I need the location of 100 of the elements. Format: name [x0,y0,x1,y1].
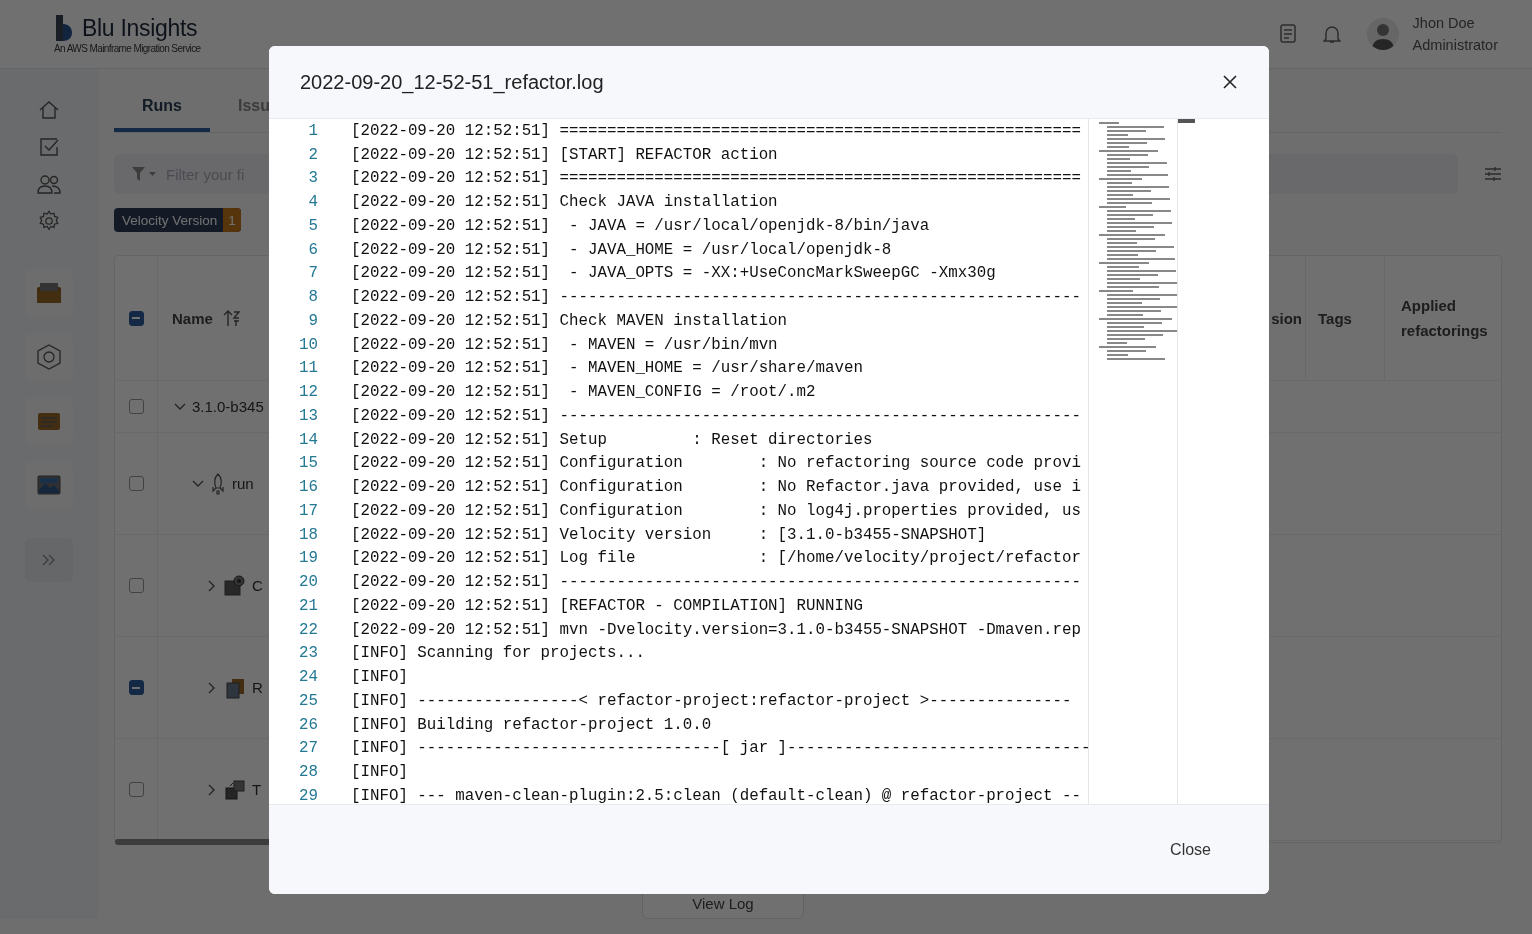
chevron-right-icon[interactable] [208,783,216,796]
transfer-icon [224,778,246,801]
column-header[interactable]: Tags [1318,309,1352,327]
chevron-down-icon[interactable] [192,479,204,488]
code-line: [2022-09-20 12:52:51] mvn -Dvelocity.version=3.1.0-b3455-SNAPSHOT -Dmaven.rep [351,620,1081,639]
line-number: 1 [307,121,318,140]
scrollbar-thumb[interactable] [1178,119,1195,123]
chevron-down-icon[interactable] [174,402,186,411]
line-number: 5 [307,216,318,235]
code-line: [2022-09-20 12:52:51] - JAVA = /usr/local/openjdk-8/bin/java [351,216,930,235]
code-line: [2022-09-20 12:52:51] Check MAVEN installation [351,311,788,330]
line-number: 2 [307,145,318,164]
line-number: 29 [298,786,318,805]
code-line: [2022-09-20 12:52:51] - MAVEN_HOME = /usr/share/maven [351,359,863,378]
line-number: 26 [298,715,318,734]
dialog-title: 2022-09-20_12-52-51_refactor.log [300,70,605,94]
column-header[interactable]: Name [172,309,213,327]
gear-document-icon [224,574,246,597]
code-line: [2022-09-20 12:52:51] ------------------------------------------------------- [351,573,1081,592]
code-line: [INFO] --- maven-clean-plugin:2.5:clean (default-clean) @ refactor-project -- [351,786,1081,805]
code-line: [2022-09-20 12:52:51] - JAVA_OPTS = -XX:+UseConcMarkSweepGC -Xmx30g [351,264,996,283]
code-line: [INFO] [351,668,408,687]
sliders-icon[interactable] [1484,166,1502,182]
line-number: 22 [298,620,318,639]
line-number: 23 [298,644,318,663]
checkbox[interactable] [128,578,144,593]
row-name: R [252,679,263,696]
double-chevron-icon[interactable] [42,554,56,566]
checkbox[interactable] [128,399,144,414]
row-name: C [252,577,263,594]
close-button[interactable]: Close [1166,834,1215,865]
line-number: 15 [298,454,318,473]
code-line: [2022-09-20 12:52:51] - JAVA_HOME = /usr/local/openjdk-8 [351,240,892,259]
row-name: run [232,475,254,492]
line-number: 19 [298,549,318,568]
code-line: [2022-09-20 12:52:51] - MAVEN = /usr/bin/mvn [351,335,778,354]
row-name: 3.1.0-b345 [192,398,264,415]
line-number: 14 [298,430,318,449]
user-name[interactable]: Jhon Doe [1412,12,1498,34]
code-line: [INFO] -----------------< refactor-project:refactor-project >--------------- [351,691,1072,710]
code-line: [2022-09-20 12:52:51] Velocity version : [3.1.0-b3455-SNAPSHOT] [351,525,987,544]
logo-icon [54,14,74,42]
code-line: [2022-09-20 12:52:51] Configuration : No Refactor.java provided, use i [351,478,1081,497]
line-number: 9 [307,311,318,330]
code-line: [2022-09-20 12:52:51] [REFACTOR - COMPILATION] RUNNING [351,596,863,615]
chevron-right-icon[interactable] [208,579,216,592]
code-line: [INFO] [351,763,408,782]
sort-icon[interactable] [222,309,241,327]
home-icon[interactable] [38,99,60,121]
files-icon [224,676,246,699]
line-number: 7 [307,264,318,283]
line-number: 10 [298,335,318,354]
line-number: 20 [298,573,318,592]
image-icon[interactable] [36,473,62,497]
checkbox[interactable] [128,782,144,797]
bell-icon[interactable] [1322,24,1341,44]
users-icon[interactable] [37,173,61,195]
line-number: 24 [298,668,318,687]
code-line: [2022-09-20 12:52:51] Configuration : No refactoring source code provi [351,454,1081,473]
checklist-icon[interactable] [38,136,60,158]
line-number: 4 [307,193,318,212]
line-number: 13 [298,406,318,425]
folder-icon[interactable] [36,281,62,305]
code-line: [2022-09-20 12:52:51] [START] REFACTOR action [351,145,778,164]
tab[interactable]: Runs [114,87,210,132]
chip-label: Velocity Version [121,212,219,228]
code-line: [2022-09-20 12:52:51] ======================================================= [351,121,1081,140]
settings-icon[interactable] [38,210,60,232]
line-number: 17 [298,501,318,520]
code-line: [2022-09-20 12:52:51] - MAVEN_CONFIG = /root/.m2 [351,383,816,402]
line-number: 8 [307,288,318,307]
row-name: T [252,781,262,798]
document-icon[interactable] [1278,24,1297,44]
filter-chip[interactable]: Velocity Version 1 [114,208,241,232]
line-number: 6 [307,240,318,259]
rocket-icon [210,472,226,495]
checkbox[interactable] [128,680,144,695]
code-line: [2022-09-20 12:52:51] ------------------------------------------------------- [351,288,1081,307]
checkbox[interactable] [128,476,144,491]
chevron-right-icon[interactable] [208,681,216,694]
line-number: 3 [307,169,318,188]
line-number: 16 [298,478,318,497]
code-line: [INFO] --------------------------------[ jar ]-------------------------------- [351,739,1091,758]
code-line: [INFO] Building refactor-project 1.0.0 [351,715,712,734]
code-line: [2022-09-20 12:52:51] ======================================================= [351,169,1081,188]
code-line: [2022-09-20 12:52:51] Configuration : No log4j.properties provided, us [351,501,1081,520]
code-line: [2022-09-20 12:52:51] ------------------------------------------------------- [351,406,1081,425]
code-line: [2022-09-20 12:52:51] Log file : [/home/velocity/project/refactor [351,549,1081,568]
filter-icon[interactable] [132,167,156,181]
code-line: [2022-09-20 12:52:51] Setup : Reset directories [351,430,873,449]
logo-subtitle: An AWS Mainframe Migration Service [54,43,201,54]
user-role: Administrator [1412,36,1498,55]
line-number: 27 [298,739,318,758]
hexagon-icon[interactable] [35,343,63,371]
line-number: 11 [298,359,318,378]
column-header[interactable]: Applied refactorings [1401,293,1501,343]
column-header[interactable]: sion [1271,309,1302,327]
line-number: 18 [298,525,318,544]
chip-count: 1 [223,208,241,232]
checkbox[interactable] [128,310,144,326]
